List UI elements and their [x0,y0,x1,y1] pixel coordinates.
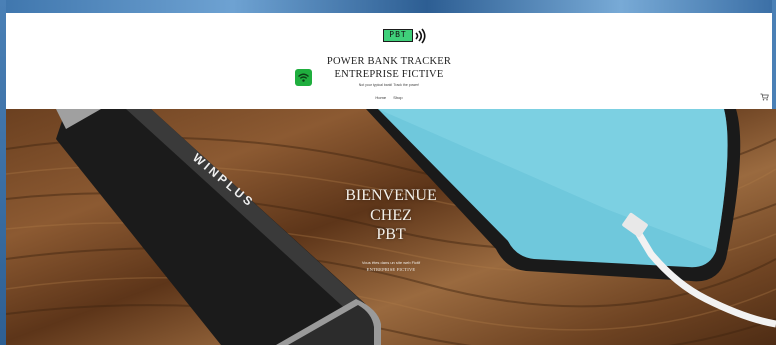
site-header: PBT POWER BANK TRACKER ENTREPRISE FICTIV… [6,13,772,109]
hero-subtitle: Vous êtes dans un site web Fictif [361,260,421,265]
site-title-line1[interactable]: POWER BANK TRACKER [6,56,772,67]
signal-waves-icon [415,28,426,44]
hero-title-line1: BIENVENUE [345,187,437,204]
hero-banner: WINPLUS BIENVENUE CHEZ PBT Vous êtes dan… [6,109,776,345]
main-nav: Home Shop [6,95,772,100]
battery-signal-icon: PBT [383,29,413,42]
cart-icon[interactable] [760,93,769,101]
site-title-line2[interactable]: ENTREPRISE FICTIVE [6,69,772,80]
hero-title-line2: CHEZ [370,206,412,224]
background-right [772,0,776,110]
site-logo[interactable]: PBT [383,27,427,45]
hero-title-line3: PBT [376,226,406,243]
nav-item-shop[interactable]: Shop [393,95,402,100]
site-tagline: Not your typical bank! Track the power! [358,83,420,87]
nav-item-home[interactable]: Home [375,95,386,100]
hero-subtitle-company: ENTREPRISE FICTIVE [366,267,416,272]
wifi-icon [295,69,312,86]
hero-title: BIENVENUE CHEZ PBT [6,186,776,245]
background-top [0,0,776,13]
